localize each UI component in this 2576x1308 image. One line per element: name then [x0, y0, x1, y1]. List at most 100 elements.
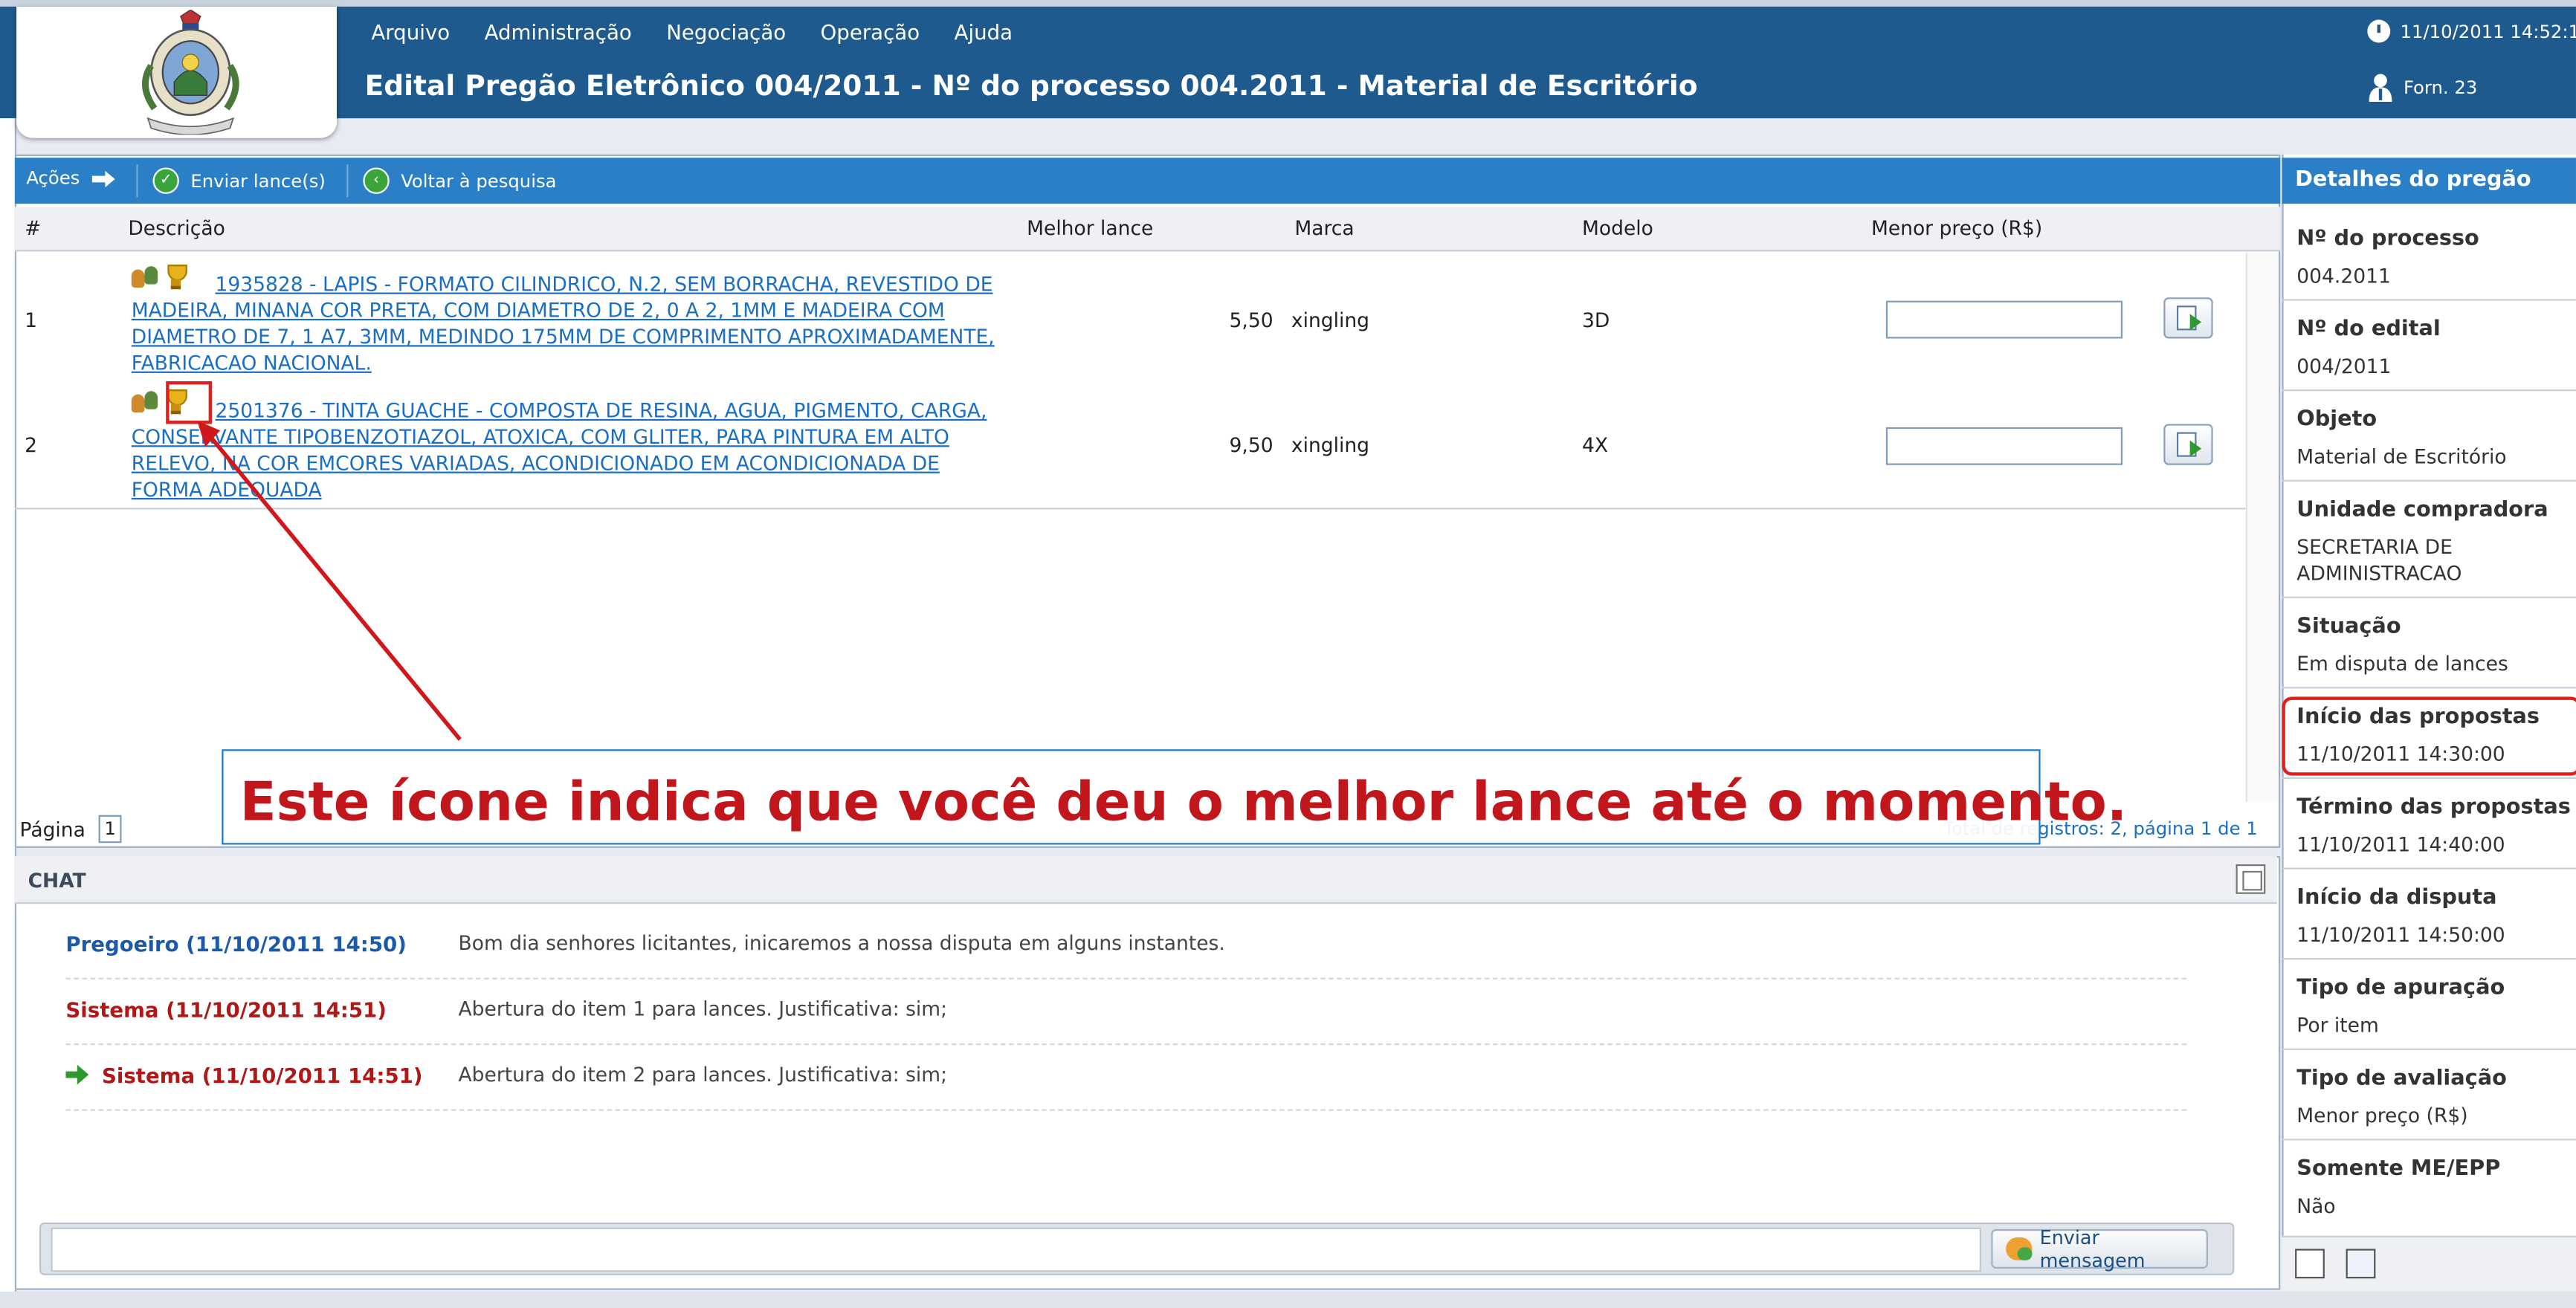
arrow-right-icon	[91, 169, 114, 187]
details-header: Detalhes do pregão	[2282, 158, 2576, 204]
user-display: Forn. 23	[2367, 72, 2478, 103]
logo-card	[16, 6, 338, 138]
back-icon: ‹	[363, 167, 390, 194]
menu-ajuda[interactable]: Ajuda	[955, 20, 1013, 45]
detail-divider	[2282, 958, 2576, 960]
chat-message-input[interactable]	[51, 1227, 1982, 1272]
bottom-strip	[0, 1291, 2576, 1308]
price-input[interactable]	[1885, 300, 2123, 339]
send-bids-button[interactable]: ✓ Enviar lance(s)	[152, 167, 326, 194]
menu-administracao[interactable]: Administração	[485, 20, 632, 45]
price-input[interactable]	[1885, 427, 2123, 465]
datetime-text: 11/10/2011 14:52:14	[2400, 20, 2576, 42]
best-bid-value: 9,50	[1229, 433, 1274, 457]
chat-author: Pregoeiro (11/10/2011 14:50)	[65, 931, 407, 956]
chat-message: Sistema (11/10/2011 14:51)	[102, 1063, 423, 1088]
window-icon[interactable]	[2236, 864, 2266, 894]
detail-label: Término das propostas	[2296, 795, 2571, 820]
back-to-search-label: Voltar à pesquisa	[401, 169, 557, 192]
toolbar-divider	[136, 164, 138, 198]
table-scrollbar[interactable]	[2245, 253, 2279, 803]
detail-label: Unidade compradora	[2296, 497, 2548, 523]
brand-value: xingling	[1291, 433, 1370, 457]
row-number: 2	[25, 433, 38, 457]
detail-divider	[2282, 1048, 2576, 1050]
item-description-link[interactable]: 1935828 - LAPIS - FORMATO CILINDRICO, N.…	[132, 271, 999, 377]
chat-title: CHAT	[28, 869, 86, 893]
chat-author: Sistema (11/10/2011 14:51)	[65, 997, 387, 1023]
menu-arquivo[interactable]: Arquivo	[371, 20, 450, 45]
actions-menu[interactable]: Ações	[26, 167, 114, 190]
col-descricao: Descrição	[128, 216, 225, 240]
col-modelo: Modelo	[1582, 216, 1653, 240]
details-footer	[2282, 1235, 2576, 1290]
detail-divider	[2282, 389, 2576, 392]
col-number: #	[25, 216, 42, 240]
page-title: Edital Pregão Eletrônico 004/2011 - Nº d…	[364, 71, 1698, 104]
row-number: 1	[25, 308, 38, 332]
detail-value: Material de Escritório	[2296, 445, 2507, 469]
highlight-box	[166, 381, 213, 424]
chat-send-icon	[2006, 1237, 2032, 1260]
coat-of-arms-logo	[142, 10, 239, 135]
main-menu: Arquivo Administração Negociação Operaçã…	[371, 20, 1013, 45]
detail-value: 004.2011	[2296, 264, 2391, 288]
user-name: Forn. 23	[2403, 76, 2478, 98]
chart-icon[interactable]	[2346, 1249, 2376, 1279]
table-header: # Descrição Melhor lance Marca Modelo Me…	[14, 207, 2281, 252]
detail-value: SECRETARIA DE ADMINISTRACAO	[2296, 535, 2462, 586]
annotation-text: Este ícone indica que você deu o melhor …	[239, 771, 2128, 834]
user-icon	[2369, 74, 2392, 103]
detail-value: Por item	[2296, 1014, 2379, 1037]
notes-icon[interactable]	[2295, 1249, 2325, 1279]
col-melhor-lance: Melhor lance	[1027, 216, 1154, 240]
actions-label: Ações	[26, 167, 80, 190]
edit-bid-icon[interactable]	[2163, 424, 2213, 465]
chat-header	[14, 855, 2277, 904]
chat-text: Bom dia senhores licitantes, inicaremos …	[458, 931, 1225, 955]
detail-value: Não	[2296, 1194, 2336, 1218]
top-strip	[0, 0, 2576, 7]
check-icon: ✓	[152, 167, 179, 194]
edit-bid-icon[interactable]	[2163, 297, 2213, 339]
page-input[interactable]: 1	[98, 815, 122, 844]
detail-divider	[2282, 777, 2576, 780]
chat-divider	[65, 977, 2187, 981]
detail-divider	[2282, 596, 2576, 598]
detail-divider	[2282, 479, 2576, 482]
detail-value: Em disputa de lances	[2296, 652, 2508, 676]
menu-operacao[interactable]: Operação	[821, 20, 920, 45]
detail-value: Menor preço (R$)	[2296, 1104, 2468, 1127]
clock-icon	[2367, 19, 2391, 43]
back-to-search-button[interactable]: ‹ Voltar à pesquisa	[363, 167, 557, 194]
table-row: 1 1935828 - LAPIS - FORMATO CILINDRICO, …	[15, 263, 2246, 381]
detail-divider	[2282, 1139, 2576, 1141]
col-menor-preco: Menor preço (R$)	[1870, 216, 2043, 240]
col-marca: Marca	[1294, 216, 1355, 240]
detail-label: Somente ME/EPP	[2296, 1156, 2501, 1182]
actions-toolbar: Ações ✓ Enviar lance(s) ‹ Voltar à pesqu…	[14, 158, 2281, 204]
detail-label: Objeto	[2296, 407, 2378, 433]
chat-text: Abertura do item 2 para lances. Justific…	[458, 1063, 948, 1087]
toolbar-divider	[346, 164, 349, 198]
detail-label: Situação	[2296, 614, 2401, 640]
brand-value: xingling	[1291, 308, 1370, 332]
highlight-box	[2282, 696, 2576, 776]
menu-negociacao[interactable]: Negociação	[666, 20, 786, 45]
detail-value: 11/10/2011 14:40:00	[2296, 833, 2505, 856]
chat-divider	[65, 1043, 2187, 1046]
arrow-right-icon	[65, 1064, 89, 1085]
send-message-button[interactable]: Enviar mensagem	[1991, 1226, 2208, 1272]
chat-message: Pregoeiro (11/10/2011 14:50)	[65, 932, 406, 956]
details-title: Detalhes do pregão	[2295, 167, 2531, 192]
detail-value: 004/2011	[2296, 354, 2392, 378]
detail-label: Início da disputa	[2296, 885, 2497, 910]
model-value: 3D	[1582, 308, 1610, 332]
send-message-label: Enviar mensagem	[2039, 1226, 2146, 1272]
item-description-link[interactable]: 2501376 - TINTA GUACHE - COMPOSTA DE RES…	[132, 398, 999, 503]
send-bids-label: Enviar lance(s)	[190, 169, 326, 192]
chat-message: Sistema (11/10/2011 14:51)	[65, 997, 387, 1022]
best-bid-value: 5,50	[1229, 308, 1274, 332]
detail-label: Nº do processo	[2296, 227, 2479, 252]
model-value: 4X	[1582, 433, 1609, 457]
